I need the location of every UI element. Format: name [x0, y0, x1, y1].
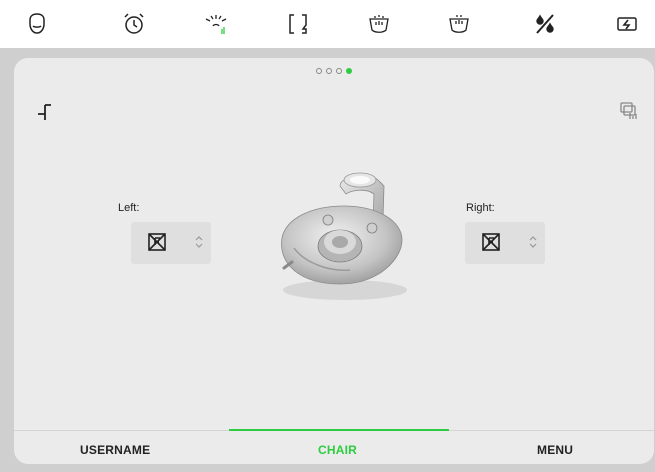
- page-dot[interactable]: [316, 68, 322, 74]
- tab-chair[interactable]: CHAIR: [318, 443, 357, 457]
- bottom-tab-bar: USERNAME CHAIR MENU: [14, 429, 654, 464]
- foot-control-icon: [148, 233, 166, 251]
- foot-control-icon: [482, 233, 500, 251]
- page-dot-active[interactable]: [346, 68, 352, 74]
- battery-icon: [613, 10, 641, 38]
- left-selector[interactable]: [131, 222, 211, 264]
- right-selector[interactable]: [465, 222, 545, 264]
- mouth-lower-icon[interactable]: [445, 10, 473, 38]
- left-label: Left:: [118, 202, 140, 214]
- foot-control-device-image: [281, 172, 407, 300]
- no-water-icon[interactable]: [531, 10, 559, 38]
- bracket-frame-icon[interactable]: [284, 10, 312, 38]
- page-indicator[interactable]: [14, 68, 654, 74]
- page-dot[interactable]: [336, 68, 342, 74]
- alarm-clock-icon[interactable]: [120, 10, 148, 38]
- chair-settings-panel: Left: Right: USERNAME CHAIR MENU: [14, 58, 654, 464]
- copy-settings-icon[interactable]: [618, 100, 640, 122]
- top-toolbar: [0, 0, 655, 48]
- mouth-upper-icon[interactable]: [365, 10, 393, 38]
- stepper-icon[interactable]: [195, 235, 203, 249]
- tab-username[interactable]: USERNAME: [80, 443, 150, 457]
- light-spray-icon[interactable]: [202, 10, 230, 38]
- chair-position-icon[interactable]: [36, 102, 54, 122]
- tab-menu[interactable]: MENU: [537, 443, 573, 457]
- active-tab-indicator: [229, 429, 449, 431]
- right-label: Right:: [466, 202, 495, 214]
- face-icon[interactable]: [23, 10, 51, 38]
- stepper-icon[interactable]: [529, 235, 537, 249]
- page-dot[interactable]: [326, 68, 332, 74]
